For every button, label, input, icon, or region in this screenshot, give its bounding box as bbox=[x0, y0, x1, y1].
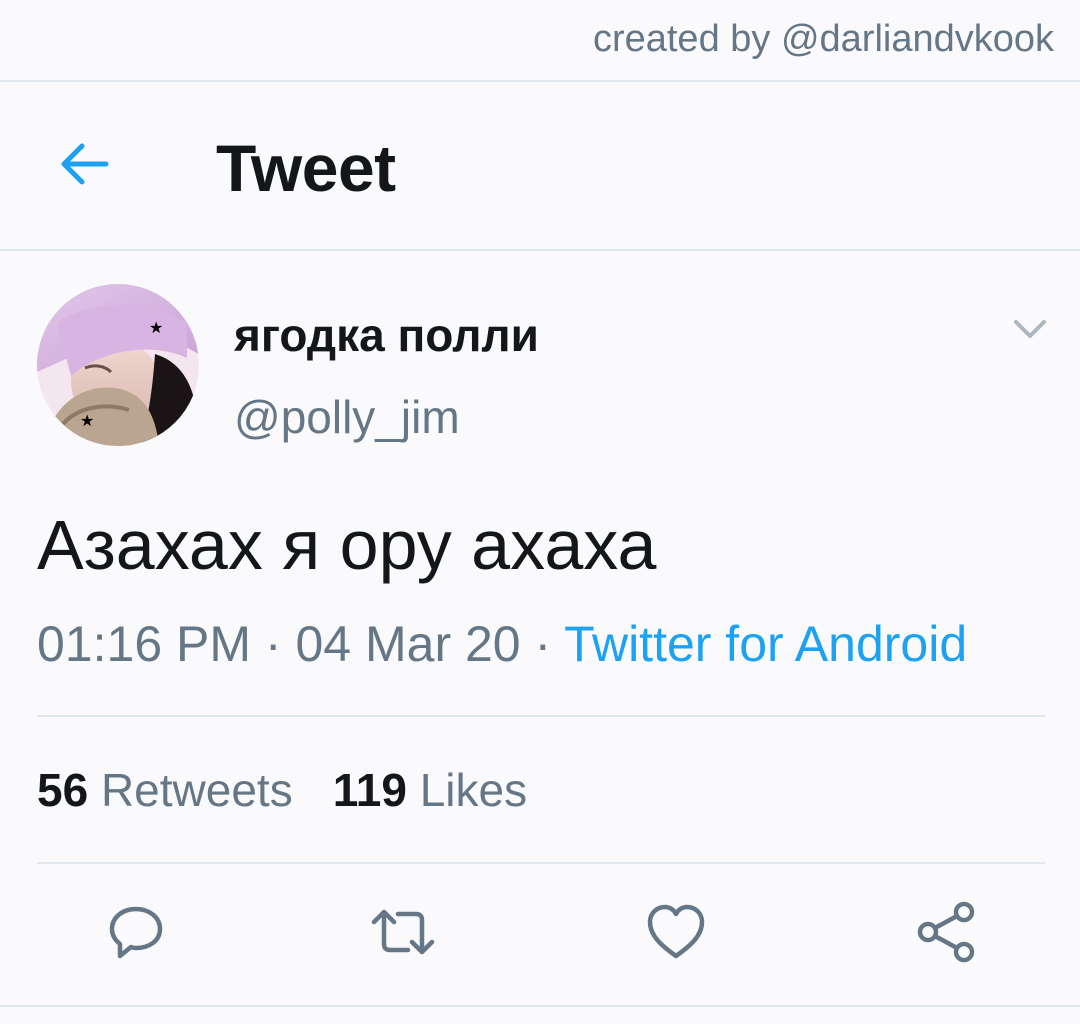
tweet-header: Tweet bbox=[0, 84, 1080, 250]
tweet-text: Азахах я ору ахаха bbox=[37, 506, 657, 584]
top-divider bbox=[0, 80, 1080, 82]
retweet-icon bbox=[371, 909, 435, 955]
like-button[interactable] bbox=[644, 900, 708, 964]
share-icon bbox=[917, 901, 975, 963]
retweets-label: Retweets bbox=[100, 764, 293, 816]
avatar-image: ★ ★ bbox=[37, 284, 199, 446]
chevron-down-icon bbox=[1014, 320, 1046, 338]
reply-icon bbox=[109, 906, 163, 959]
retweets-count: 56 bbox=[37, 764, 89, 816]
likes-count: 119 bbox=[332, 764, 407, 816]
stats-divider bbox=[37, 862, 1045, 864]
retweet-button[interactable] bbox=[371, 900, 435, 964]
back-button[interactable] bbox=[56, 136, 112, 192]
arrow-left-icon bbox=[61, 143, 109, 185]
retweets-stat[interactable]: 56 Retweets bbox=[37, 764, 293, 816]
likes-stat[interactable]: 119 Likes bbox=[333, 764, 527, 816]
tweet-time: 01:16 PM bbox=[37, 616, 252, 672]
author-display-name[interactable]: ягодка полли bbox=[234, 308, 539, 362]
svg-text:★: ★ bbox=[80, 411, 94, 430]
meta-separator: · bbox=[534, 616, 552, 672]
tweet-date: 04 Mar 20 bbox=[295, 616, 521, 672]
likes-label: Likes bbox=[419, 764, 528, 816]
avatar[interactable]: ★ ★ bbox=[37, 284, 199, 446]
tweet-stats: 56 Retweets 119 Likes bbox=[37, 763, 527, 817]
reply-button[interactable] bbox=[104, 900, 168, 964]
page-title: Tweet bbox=[216, 131, 396, 205]
meta-separator: · bbox=[264, 616, 282, 672]
header-divider bbox=[0, 249, 1080, 251]
share-button[interactable] bbox=[914, 900, 978, 964]
svg-text:★: ★ bbox=[149, 318, 163, 337]
watermark-text: created by @darliandvkook bbox=[592, 18, 1054, 60]
tweet-options-button[interactable] bbox=[1010, 312, 1050, 348]
tweet-source-link[interactable]: Twitter for Android bbox=[564, 616, 967, 672]
like-icon bbox=[647, 904, 705, 959]
meta-divider bbox=[37, 715, 1045, 717]
tweet-meta: 01:16 PM · 04 Mar 20 · Twitter for Andro… bbox=[37, 615, 967, 673]
bottom-divider bbox=[0, 1005, 1080, 1007]
author-handle[interactable]: @polly_jim bbox=[234, 390, 460, 444]
